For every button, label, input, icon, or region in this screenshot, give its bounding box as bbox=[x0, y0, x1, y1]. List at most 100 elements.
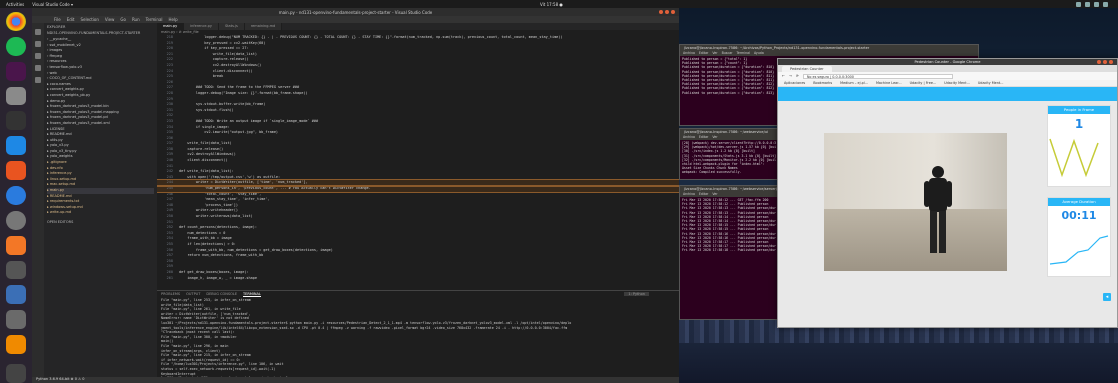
menu-help[interactable]: Help bbox=[169, 17, 178, 22]
close-icon[interactable] bbox=[1109, 60, 1113, 64]
code-text[interactable]: image_h, image_w, _ = image.shape bbox=[179, 276, 257, 282]
code-editor[interactable]: 218 logger.debug("NUM TRACKED: {} - | - … bbox=[157, 35, 679, 290]
status-bar[interactable]: Python 3.6.9 64-bit ⊗ 0 ⚠ 0 bbox=[32, 377, 679, 383]
minimize-icon[interactable] bbox=[1097, 60, 1101, 64]
settings-icon[interactable] bbox=[6, 210, 26, 230]
vlc-icon[interactable] bbox=[6, 335, 26, 355]
image-viewer-icon[interactable] bbox=[6, 285, 26, 305]
average-duration-panel: Average Duration 00:11 bbox=[1047, 197, 1111, 277]
menu-editar[interactable]: Editar bbox=[699, 192, 708, 197]
menu-ver[interactable]: Ver bbox=[712, 51, 717, 56]
tab-debug-console[interactable]: DEBUG CONSOLE bbox=[206, 292, 237, 296]
terminal-window-server[interactable]: jlzcano@jlzcano-Inspiron-7586: ~/webserv… bbox=[679, 185, 779, 320]
terminal-output[interactable]: [28] (webpack) dev-server/client?http://… bbox=[680, 140, 778, 176]
files-icon[interactable] bbox=[6, 86, 26, 106]
terminal-output[interactable]: File "main.py", line 253, in infer_on_st… bbox=[157, 297, 679, 383]
activities-button[interactable]: Activities bbox=[6, 2, 24, 7]
code-text[interactable]: cv2.imwrite("output.jpg", bb_frame) bbox=[179, 130, 278, 136]
terminal-line: webpack: Compiled successfully. bbox=[682, 170, 742, 175]
sidebar-toggle-button[interactable]: ◂ bbox=[1103, 293, 1111, 301]
menu-archivo[interactable]: Archivo bbox=[683, 135, 695, 140]
maximize-icon[interactable] bbox=[665, 10, 669, 14]
explorer-file[interactable]: ▸ write-up.md bbox=[47, 210, 154, 216]
bookmark-medium[interactable]: Medium – ej.pl... bbox=[840, 81, 868, 85]
code-text[interactable]: return num_detections, frame_with_bb bbox=[179, 253, 263, 259]
battery-icon[interactable] bbox=[1094, 1, 1099, 7]
code-text[interactable]: break bbox=[179, 74, 224, 80]
menu-ver[interactable]: Ver bbox=[712, 192, 717, 197]
menu-ayuda[interactable]: Ayuda bbox=[754, 51, 764, 56]
maximize-icon[interactable] bbox=[1103, 60, 1107, 64]
menu-terminal[interactable]: Terminal bbox=[736, 51, 749, 56]
app-menu[interactable]: Visual Studio Code ▾ bbox=[32, 2, 73, 7]
trash-icon[interactable] bbox=[6, 310, 26, 330]
code-text[interactable]: sys.stdout.flush() bbox=[179, 108, 234, 114]
help-icon[interactable] bbox=[6, 186, 26, 205]
explorer-icon[interactable] bbox=[35, 29, 41, 35]
source-control-icon[interactable] bbox=[35, 53, 41, 59]
menu-buscar[interactable]: Buscar bbox=[722, 51, 733, 56]
code-line[interactable]: 261 image_h, image_w, _ = image.shape bbox=[157, 276, 679, 282]
menu-archivo[interactable]: Archivo bbox=[683, 192, 695, 197]
address-bar[interactable]: No es seguro | 0.0.0.0:3000 bbox=[802, 73, 953, 79]
debug-icon[interactable] bbox=[35, 65, 41, 71]
system-tray[interactable] bbox=[1076, 1, 1108, 7]
vscode-menubar: File Edit Selection View Go Run Terminal… bbox=[32, 16, 679, 23]
menu-go[interactable]: Go bbox=[120, 17, 126, 22]
tab-problems[interactable]: PROBLEMS bbox=[161, 292, 180, 296]
tab-terminal[interactable]: TERMINAL bbox=[243, 292, 261, 297]
terminal-select[interactable]: 1: Python bbox=[624, 292, 649, 296]
bookmark-machine-learning[interactable]: Machine Lear... bbox=[876, 81, 902, 85]
menu-file[interactable]: File bbox=[54, 17, 61, 22]
disk-icon[interactable] bbox=[6, 260, 26, 280]
bookmark-udacity-mentor-2[interactable]: Udacity Ment... bbox=[978, 81, 1004, 85]
tab-stats-js[interactable]: Stats.js bbox=[218, 23, 245, 30]
bookmark-bookmarks[interactable]: Bookmarks bbox=[813, 81, 832, 85]
code-text[interactable]: logger.debug("Image size: {}".format(bb_… bbox=[179, 91, 308, 97]
terminal-panel[interactable]: PROBLEMS OUTPUT DEBUG CONSOLE TERMINAL 1… bbox=[157, 290, 679, 383]
terminal-icon[interactable] bbox=[6, 111, 26, 131]
spotify-icon[interactable] bbox=[6, 36, 26, 56]
terminal-window-ui[interactable]: jlzcano@jlzcano-Inspiron-7586: ~/webserv… bbox=[679, 128, 779, 180]
terminal-output[interactable]: Fri Mar 13 2020 17:58:12 ... GET /fac.ff… bbox=[680, 197, 778, 254]
bookmark-udacity-mentor-1[interactable]: Udacity Ment... bbox=[944, 81, 970, 85]
vscode-icon[interactable] bbox=[6, 136, 26, 156]
close-icon[interactable] bbox=[671, 10, 675, 14]
menu-archivo[interactable]: Archivo bbox=[683, 51, 695, 56]
tab-main-py[interactable]: main.py bbox=[157, 23, 185, 30]
slack-icon[interactable] bbox=[6, 61, 26, 81]
software-icon[interactable] bbox=[6, 161, 26, 181]
tab-remaining-md[interactable]: remaining.md bbox=[244, 23, 283, 30]
back-icon[interactable]: ← bbox=[782, 74, 785, 78]
tab-pedestrian-counter[interactable]: Pedestrian Counter bbox=[782, 66, 832, 72]
code-text[interactable]: writer.writerows(data_list) bbox=[179, 214, 253, 220]
jupyter-icon[interactable] bbox=[6, 235, 26, 255]
minimize-icon[interactable] bbox=[659, 10, 663, 14]
project-folder[interactable]: NDI31-OPENVINO-FUNDAMENTALS-PROJECT-STAR… bbox=[47, 31, 154, 35]
extensions-icon[interactable] bbox=[35, 77, 41, 83]
bookmark-apps[interactable]: Aplicaciones bbox=[784, 81, 805, 85]
volume-icon[interactable] bbox=[1085, 1, 1090, 7]
search-icon[interactable] bbox=[35, 41, 41, 47]
menu-run[interactable]: Run bbox=[132, 17, 140, 22]
menu-editar[interactable]: Editar bbox=[699, 135, 708, 140]
tab-output[interactable]: OUTPUT bbox=[186, 292, 200, 296]
clock[interactable]: Vit 17:58 ● bbox=[540, 2, 563, 7]
menu-selection[interactable]: Selection bbox=[80, 17, 98, 22]
power-icon[interactable] bbox=[1103, 1, 1108, 7]
tab-inference-py[interactable]: inference.py bbox=[184, 23, 219, 30]
reload-icon[interactable]: ⟳ bbox=[796, 74, 799, 78]
menu-editar[interactable]: Editar bbox=[699, 51, 708, 56]
code-text[interactable]: client.disconnect() bbox=[179, 158, 227, 164]
open-editors-section[interactable]: OPEN EDITORS bbox=[47, 220, 154, 224]
activity-bar bbox=[32, 23, 44, 377]
menu-view[interactable]: View bbox=[105, 17, 115, 22]
forward-icon[interactable]: → bbox=[789, 74, 792, 78]
menu-ver[interactable]: Ver bbox=[712, 135, 717, 140]
bookmark-udacity-free[interactable]: Udacity | Free... bbox=[910, 81, 937, 85]
menu-terminal[interactable]: Terminal bbox=[146, 17, 163, 22]
chrome-icon[interactable] bbox=[6, 12, 26, 31]
network-icon[interactable] bbox=[1076, 1, 1081, 7]
menu-edit[interactable]: Edit bbox=[67, 17, 75, 22]
show-apps-icon[interactable] bbox=[6, 364, 26, 383]
